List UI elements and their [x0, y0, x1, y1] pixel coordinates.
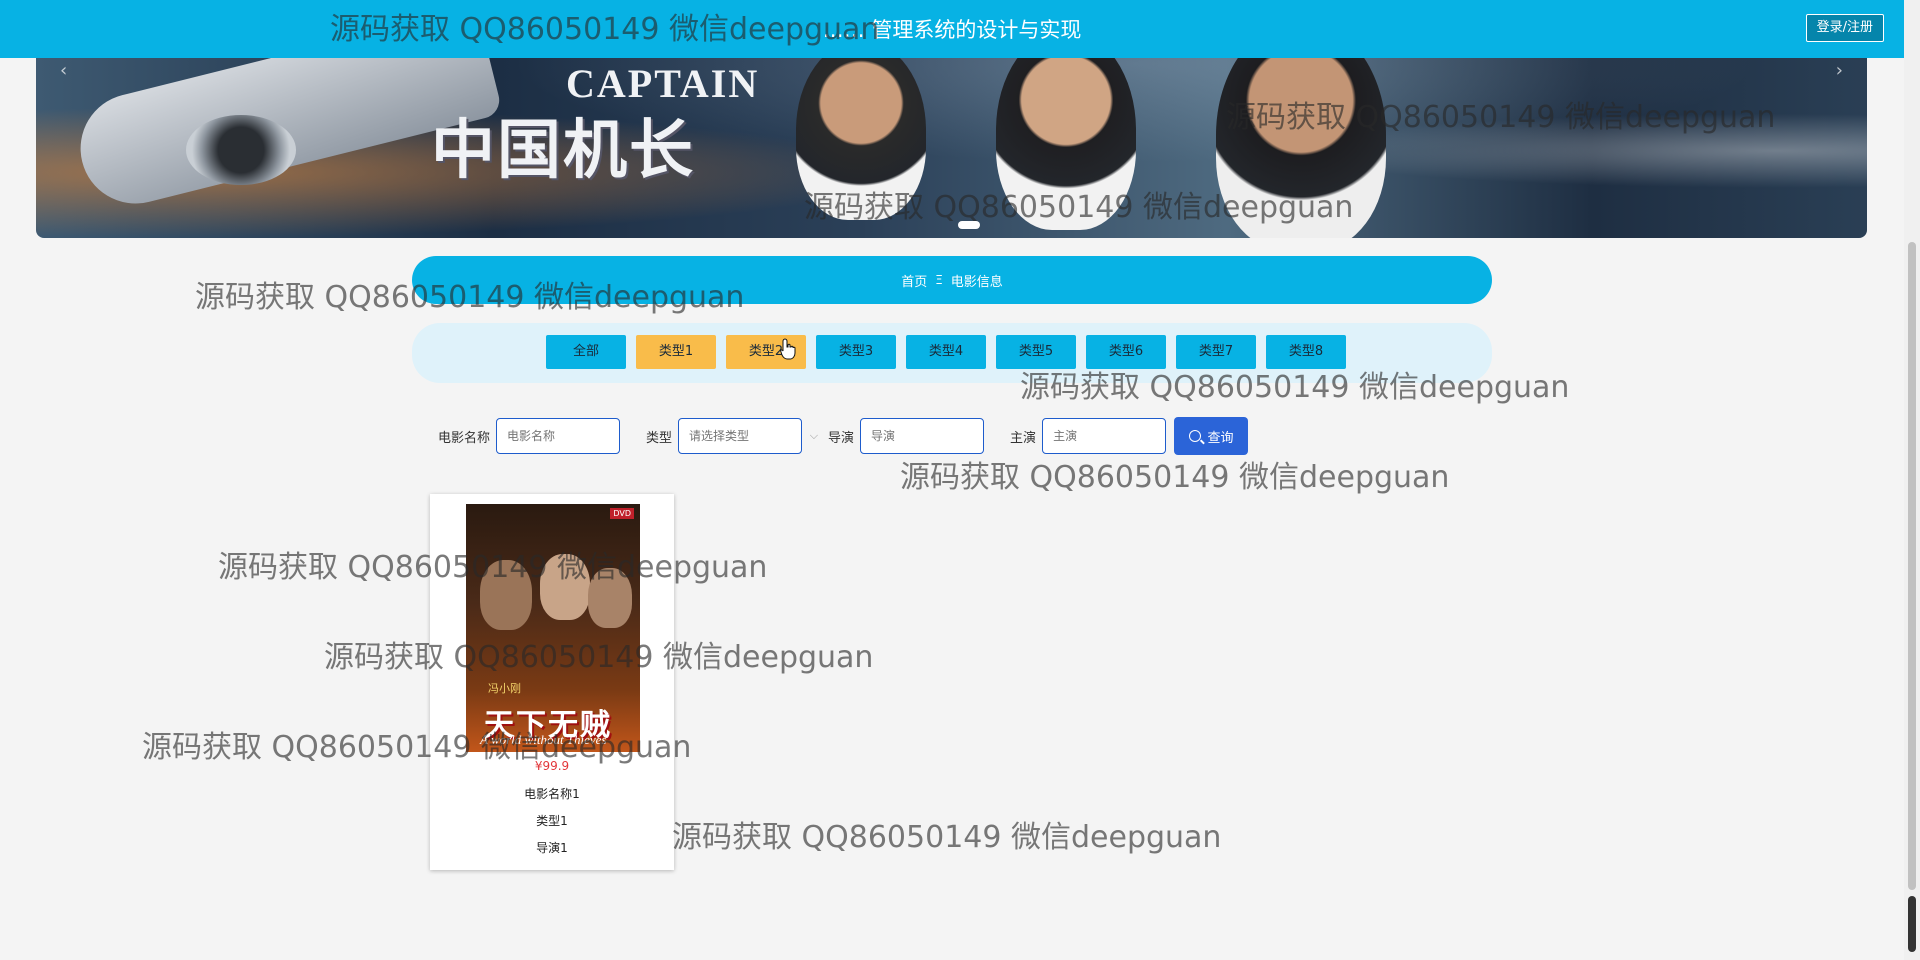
- actor-label: 主演: [1010, 430, 1037, 446]
- breadcrumb-current: 电影信息: [950, 274, 1003, 290]
- category-type1[interactable]: 类型1: [636, 335, 716, 369]
- director-input[interactable]: [860, 418, 985, 454]
- scrollbar-thumb-active[interactable]: [1908, 896, 1916, 952]
- watermark-text: 源码获取 QQ86050149 微信deepguan: [330, 12, 880, 47]
- hand-cursor-icon: [780, 338, 796, 360]
- type-select-input[interactable]: [678, 418, 803, 454]
- poster-director-text: 冯小刚: [488, 682, 521, 695]
- director-label: 导演: [828, 430, 855, 446]
- breadcrumb-home[interactable]: 首页: [901, 271, 927, 290]
- top-nav-bar: …… 管理系统的设计与实现 登录/注册: [0, 0, 1904, 58]
- site-title: …… 管理系统的设计与实现: [822, 18, 1082, 42]
- category-all[interactable]: 全部: [546, 335, 626, 369]
- search-icon: [1188, 430, 1201, 442]
- watermark-text: 源码获取 QQ86050149 微信deepguan: [218, 550, 768, 585]
- watermark-text: 源码获取 QQ86050149 微信deepguan: [324, 640, 874, 675]
- actor-input[interactable]: [1042, 418, 1167, 454]
- movie-name-label: 电影名称: [438, 430, 491, 446]
- watermark-text: 源码获取 QQ86050149 微信deepguan: [672, 820, 1222, 855]
- query-button-label: 查询: [1207, 430, 1234, 446]
- search-form: 电影名称 类型 ⌵ 导演 主演 查询: [438, 417, 1249, 455]
- banner-engine-image: [186, 115, 296, 185]
- query-button[interactable]: 查询: [1174, 417, 1249, 455]
- movie-name: 电影名称1: [524, 787, 580, 801]
- movie-director: 导演1: [536, 841, 568, 855]
- type-select[interactable]: ⌵: [678, 418, 828, 454]
- chevron-right-icon[interactable]: ›: [1836, 60, 1843, 81]
- page-scrollbar[interactable]: [1904, 0, 1920, 960]
- chevron-left-icon[interactable]: ‹: [60, 60, 67, 81]
- poster-dvd-badge: DVD: [610, 508, 634, 519]
- chevron-down-icon: ⌵: [809, 429, 819, 442]
- watermark-text: 源码获取 QQ86050149 微信deepguan: [900, 460, 1450, 495]
- movie-name-input[interactable]: [496, 418, 621, 454]
- movie-type: 类型1: [536, 814, 568, 828]
- banner-movie-logo: CAPTAIN 中国机长: [431, 60, 759, 191]
- watermark-text: 源码获取 QQ86050149 微信deepguan: [1020, 370, 1570, 405]
- watermark-text: 源码获取 QQ86050149 微信deepguan: [804, 190, 1354, 225]
- breadcrumb-separator-icon: Ξ: [935, 273, 943, 287]
- watermark-text: 源码获取 QQ86050149 微信deepguan: [142, 730, 692, 765]
- category-type3[interactable]: 类型3: [816, 335, 896, 369]
- banner-movie-title-cn: 中国机长: [431, 114, 695, 188]
- watermark-text: 源码获取 QQ86050149 微信deepguan: [195, 280, 745, 315]
- type-label: 类型: [646, 430, 673, 446]
- watermark-text: 源码获取 QQ86050149 微信deepguan: [1226, 100, 1776, 135]
- login-register-button[interactable]: 登录/注册: [1805, 14, 1884, 42]
- category-type4[interactable]: 类型4: [906, 335, 986, 369]
- scrollbar-thumb[interactable]: [1908, 242, 1916, 890]
